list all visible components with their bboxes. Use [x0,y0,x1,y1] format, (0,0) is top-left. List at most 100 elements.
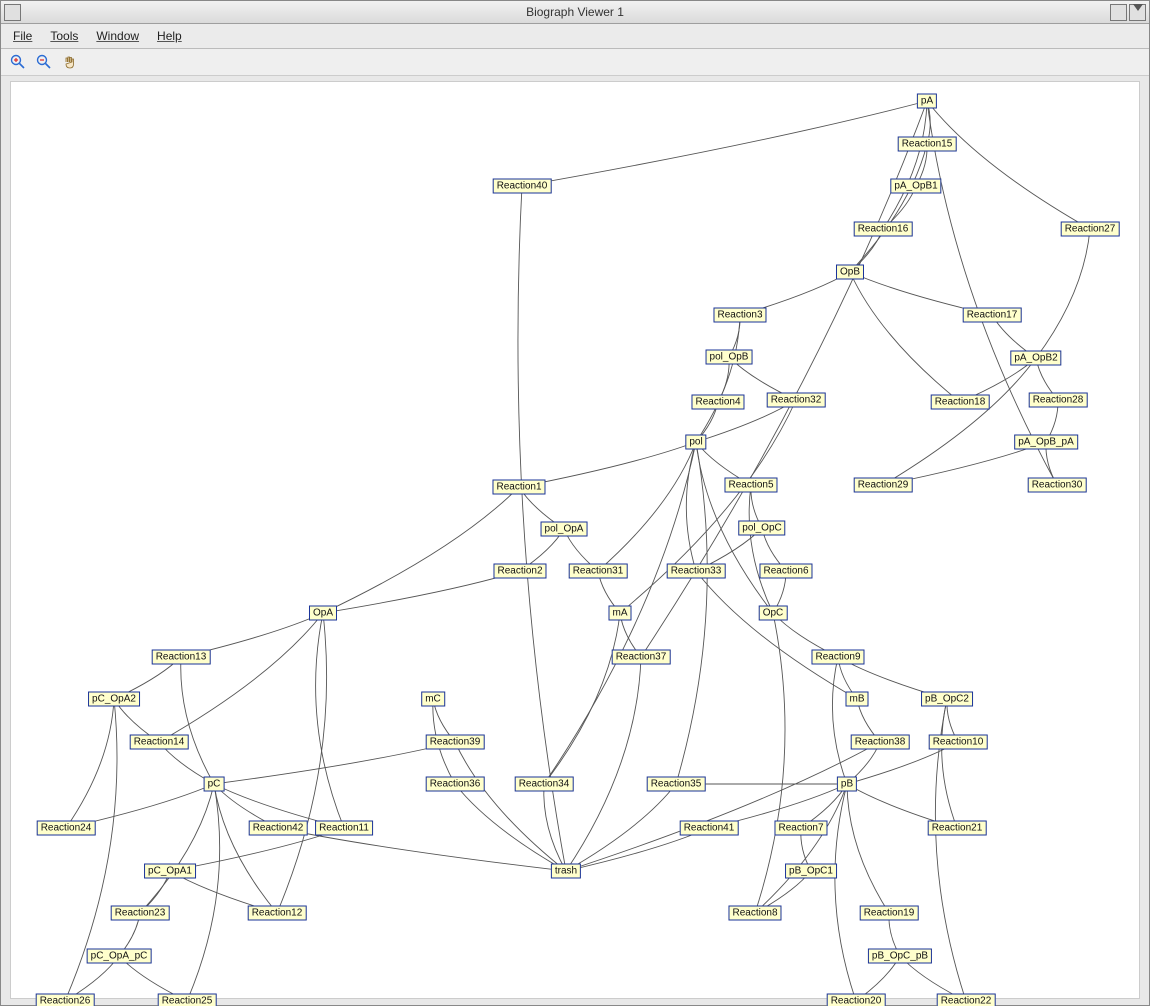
node-Reaction25[interactable]: Reaction25 [158,994,217,1006]
node-Reaction5[interactable]: Reaction5 [724,478,777,493]
edge-pC-Reaction23 [140,784,214,913]
edge-pol-Reaction3 [696,315,740,442]
node-mA[interactable]: mA [609,606,632,621]
node-Reaction22[interactable]: Reaction22 [937,994,996,1006]
node-Reaction4[interactable]: Reaction4 [691,395,744,410]
node-pA_OpB_pA[interactable]: pA_OpB_pA [1014,435,1078,450]
node-Reaction26[interactable]: Reaction26 [36,994,95,1006]
node-pol_OpC[interactable]: pol_OpC [738,521,785,536]
node-Reaction16[interactable]: Reaction16 [854,222,913,237]
edge-Reaction21-pB_OpC2 [942,699,957,828]
node-Reaction21[interactable]: Reaction21 [928,821,987,836]
node-Reaction28[interactable]: Reaction28 [1029,393,1088,408]
node-Reaction6[interactable]: Reaction6 [759,564,812,579]
node-Reaction29[interactable]: Reaction29 [854,478,913,493]
edge-pB-Reaction9 [832,657,847,784]
node-pC_OpA2[interactable]: pC_OpA2 [88,692,140,707]
node-Reaction38[interactable]: Reaction38 [851,735,910,750]
node-Reaction20[interactable]: Reaction20 [827,994,886,1006]
edge-pol-Reaction35 [676,442,707,784]
node-pB_OpC_pB[interactable]: pB_OpC_pB [868,949,932,964]
node-Reaction41[interactable]: Reaction41 [680,821,739,836]
node-Reaction24[interactable]: Reaction24 [37,821,96,836]
node-Reaction10[interactable]: Reaction10 [929,735,988,750]
edge-Reaction34-mA [544,613,620,784]
node-Reaction13[interactable]: Reaction13 [152,650,211,665]
zoom-in-icon[interactable] [9,53,27,71]
node-Reaction9[interactable]: Reaction9 [811,650,864,665]
node-Reaction2[interactable]: Reaction2 [493,564,546,579]
edge-Reaction18-OpB [850,272,960,402]
node-Reaction27[interactable]: Reaction27 [1061,222,1120,237]
node-Reaction3[interactable]: Reaction3 [713,308,766,323]
node-Reaction19[interactable]: Reaction19 [860,906,919,921]
node-OpC[interactable]: OpC [759,606,788,621]
node-pB_OpC1[interactable]: pB_OpC1 [785,864,837,879]
node-Reaction17[interactable]: Reaction17 [963,308,1022,323]
minimize-icon[interactable] [4,4,21,21]
edge-Reaction39-pC [214,742,455,784]
node-pC_OpA_pC[interactable]: pC_OpA_pC [87,949,152,964]
node-Reaction31[interactable]: Reaction31 [569,564,628,579]
menu-tools[interactable]: Tools [50,29,78,43]
node-OpB[interactable]: OpB [836,265,864,280]
node-mB[interactable]: mB [846,692,869,707]
node-pA[interactable]: pA [917,94,937,109]
node-Reaction15[interactable]: Reaction15 [898,137,957,152]
pan-hand-icon[interactable] [61,53,79,71]
toolbar [1,49,1149,76]
node-OpA[interactable]: OpA [309,606,337,621]
node-Reaction36[interactable]: Reaction36 [426,777,485,792]
edge-pA-Reaction40 [522,101,927,186]
edge-Reaction27-pA_OpB2 [1036,229,1090,358]
node-Reaction1[interactable]: Reaction1 [492,480,545,495]
node-pol[interactable]: pol [685,435,706,450]
node-Reaction37[interactable]: Reaction37 [612,650,671,665]
edge-OpA-Reaction1 [323,487,519,613]
edge-Reaction14-OpA [159,613,323,742]
menu-window[interactable]: Window [96,29,139,43]
node-Reaction32[interactable]: Reaction32 [767,393,826,408]
node-Reaction40[interactable]: Reaction40 [493,179,552,194]
node-Reaction14[interactable]: Reaction14 [130,735,189,750]
edge-Reaction30-pA [927,101,1057,485]
node-pC_OpA1[interactable]: pC_OpA1 [144,864,196,879]
menu-file[interactable]: File [13,29,32,43]
node-Reaction33[interactable]: Reaction33 [667,564,726,579]
node-Reaction18[interactable]: Reaction18 [931,395,990,410]
edge-Reaction34-trash [544,784,566,871]
node-Reaction35[interactable]: Reaction35 [647,777,706,792]
node-pA_OpB2[interactable]: pA_OpB2 [1010,351,1061,366]
graph-canvas[interactable]: pA Reaction15 pA_OpB1 Reaction16 Reaction27 R… [10,81,1140,999]
edge-Reaction24-pC_OpA2 [66,699,114,828]
edges-layer [11,82,1139,998]
menu-overflow-icon[interactable] [1133,4,1143,11]
node-Reaction30[interactable]: Reaction30 [1028,478,1087,493]
node-trash[interactable]: trash [551,864,581,879]
node-pol_OpB[interactable]: pol_OpB [706,350,753,365]
node-pC[interactable]: pC [204,777,225,792]
edge-Reaction8-pB [755,784,847,913]
node-Reaction12[interactable]: Reaction12 [248,906,307,921]
node-pB_OpC2[interactable]: pB_OpC2 [921,692,973,707]
node-pA_OpB1[interactable]: pA_OpB1 [890,179,941,194]
edge-Reaction12-OpA [277,613,327,913]
node-pB[interactable]: pB [837,777,857,792]
node-Reaction7[interactable]: Reaction7 [774,821,827,836]
maximize-icon[interactable] [1110,4,1127,21]
edge-Reaction33-mB [696,571,857,699]
node-Reaction11[interactable]: Reaction11 [315,821,373,836]
edge-Reaction2-OpA [323,571,520,613]
node-Reaction23[interactable]: Reaction23 [111,906,170,921]
zoom-out-icon[interactable] [35,53,53,71]
edge-Reaction35-trash [566,784,676,871]
node-Reaction8[interactable]: Reaction8 [728,906,781,921]
node-pol_OpA[interactable]: pol_OpA [541,522,588,537]
edge-pB-Reaction19 [847,784,889,913]
node-Reaction34[interactable]: Reaction34 [515,777,574,792]
node-mC[interactable]: mC [421,692,445,707]
node-Reaction42[interactable]: Reaction42 [249,821,308,836]
menu-help[interactable]: Help [157,29,182,43]
edge-Reaction11-OpA [316,613,344,828]
node-Reaction39[interactable]: Reaction39 [426,735,485,750]
